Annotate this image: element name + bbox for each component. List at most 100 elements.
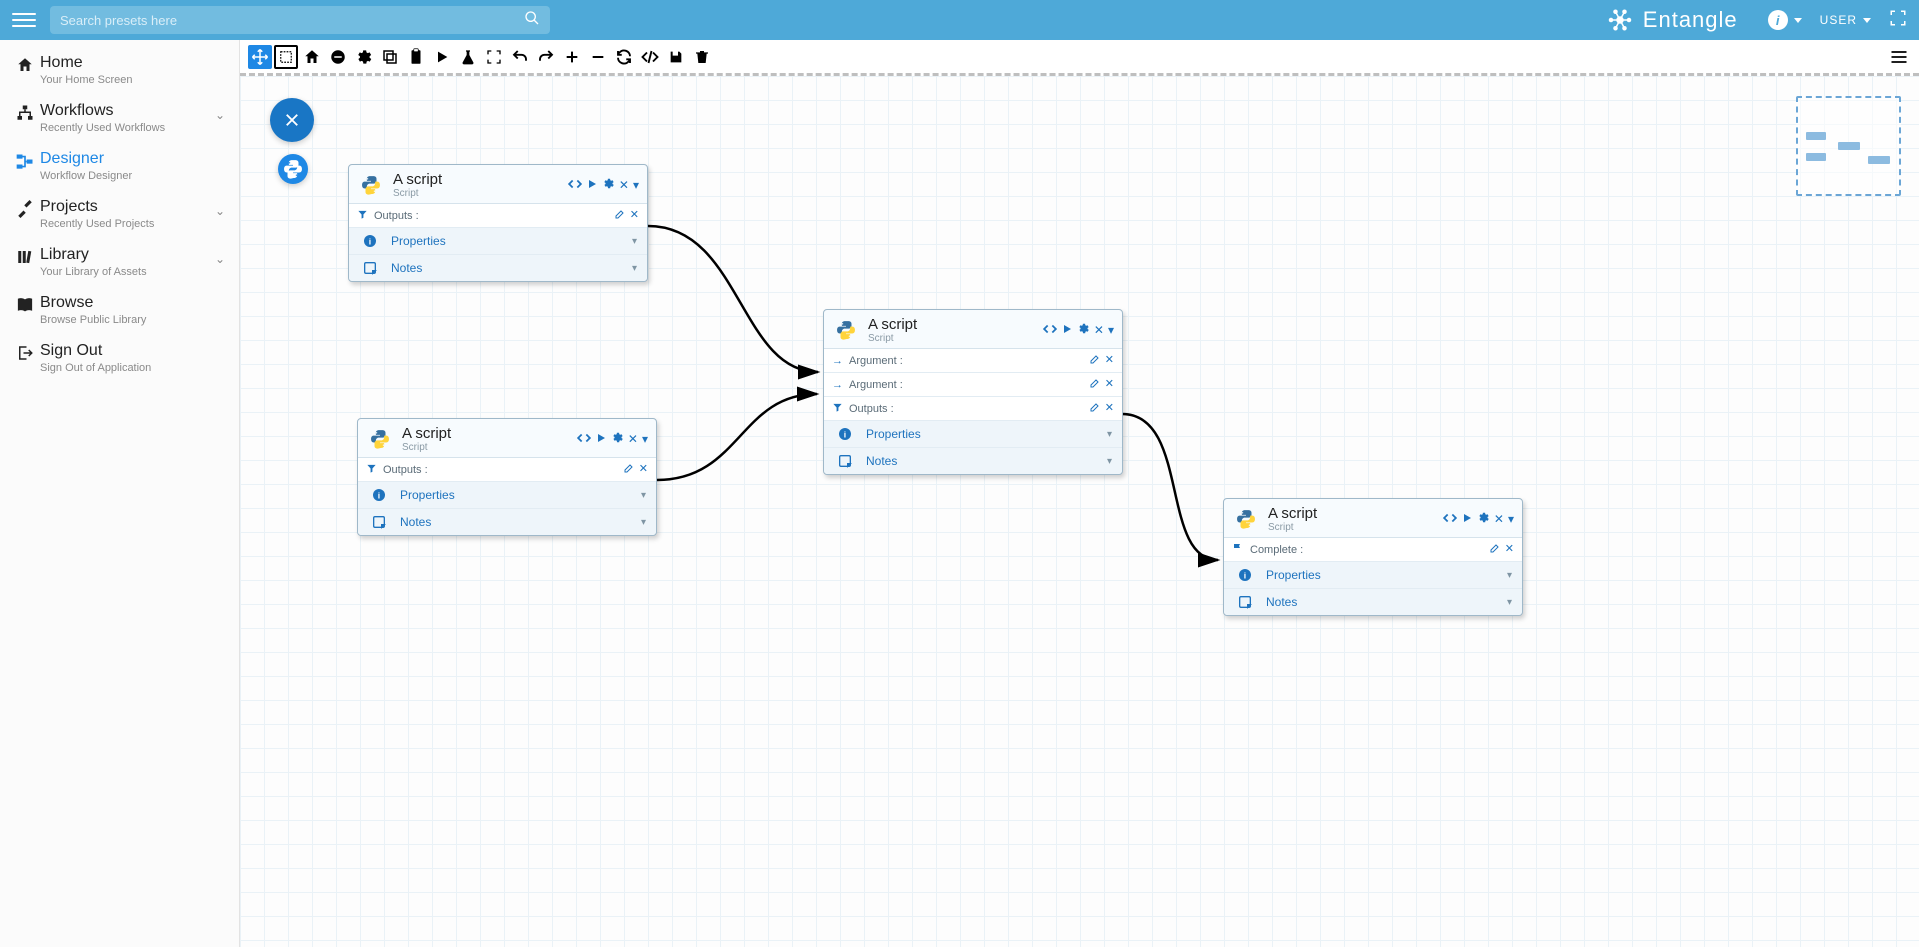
node-close-icon[interactable]: ✕ <box>619 178 629 192</box>
tool-menu-button[interactable] <box>1887 45 1911 69</box>
node-properties-section[interactable]: i Properties ▾ <box>824 421 1122 448</box>
edit-icon[interactable] <box>1089 353 1101 368</box>
node-output-row[interactable]: Outputs : ✕ <box>824 397 1122 421</box>
node-complete-row[interactable]: Complete : ✕ <box>1224 538 1522 562</box>
node-header[interactable]: A scriptScript ✕ ▾ <box>1224 499 1522 538</box>
close-icon[interactable]: ✕ <box>639 462 648 477</box>
node-collapse-icon[interactable]: ▾ <box>1108 323 1114 337</box>
node-settings-icon[interactable] <box>602 177 615 193</box>
tool-undo-button[interactable] <box>508 45 532 69</box>
node-notes-section[interactable]: Notes ▾ <box>1224 589 1522 615</box>
node-code-icon[interactable] <box>577 431 591 448</box>
tool-copy-button[interactable] <box>378 45 402 69</box>
node-settings-icon[interactable] <box>1477 511 1490 527</box>
workflow-node[interactable]: A scriptScript ✕ ▾ Outputs : ✕ i <box>348 164 648 282</box>
tool-zoom-out-button[interactable] <box>586 45 610 69</box>
tool-home-button[interactable] <box>300 45 324 69</box>
sidebar-item-browse[interactable]: BrowseBrowse Public Library <box>0 286 239 334</box>
user-dropdown[interactable]: USER <box>1820 13 1871 27</box>
search-field[interactable] <box>50 6 550 34</box>
node-play-icon[interactable] <box>1061 323 1073 338</box>
node-collapse-icon[interactable]: ▾ <box>633 178 639 192</box>
sidebar-item-workflows[interactable]: WorkflowsRecently Used Workflows ⌄ <box>0 94 239 142</box>
edit-icon[interactable] <box>623 462 635 477</box>
edit-icon[interactable] <box>614 208 626 223</box>
sidebar-item-designer[interactable]: DesignerWorkflow Designer <box>0 142 239 190</box>
chevron-down-icon: ▾ <box>632 263 637 274</box>
workflow-node[interactable]: A scriptScript ✕ ▾ Outputs : ✕ i <box>357 418 657 536</box>
node-close-icon[interactable]: ✕ <box>628 432 638 446</box>
tool-select-button[interactable] <box>274 45 298 69</box>
chevron-down-icon: ▾ <box>632 236 637 247</box>
node-notes-section[interactable]: Notes ▾ <box>349 255 647 281</box>
close-icon[interactable]: ✕ <box>1505 542 1514 557</box>
sidebar-item-library[interactable]: LibraryYour Library of Assets ⌄ <box>0 238 239 286</box>
node-code-icon[interactable] <box>1043 322 1057 339</box>
node-notes-section[interactable]: Notes ▾ <box>358 509 656 535</box>
node-play-icon[interactable] <box>595 432 607 447</box>
node-properties-section[interactable]: i Properties ▾ <box>1224 562 1522 589</box>
node-play-icon[interactable] <box>586 178 598 193</box>
chevron-down-icon <box>1794 18 1802 23</box>
search-input[interactable] <box>60 13 518 28</box>
tool-redo-button[interactable] <box>534 45 558 69</box>
sidebar-item-home[interactable]: HomeYour Home Screen <box>0 46 239 94</box>
tool-delete-button[interactable] <box>690 45 714 69</box>
node-header[interactable]: A scriptScript ✕ ▾ <box>349 165 647 204</box>
tool-refresh-button[interactable] <box>612 45 636 69</box>
add-python-node-button[interactable] <box>278 154 308 184</box>
info-icon: i <box>1234 567 1256 583</box>
tool-move-button[interactable] <box>248 45 272 69</box>
tool-save-button[interactable] <box>664 45 688 69</box>
node-subtitle: Script <box>393 188 442 199</box>
close-icon[interactable]: ✕ <box>630 208 639 223</box>
node-settings-icon[interactable] <box>1077 322 1090 338</box>
tool-play-button[interactable] <box>430 45 454 69</box>
workflow-node[interactable]: A scriptScript ✕ ▾ Complete : ✕ i <box>1223 498 1523 616</box>
node-close-icon[interactable]: ✕ <box>1094 323 1104 337</box>
workflow-node[interactable]: A scriptScript ✕ ▾ → Argument : ✕ → <box>823 309 1123 475</box>
node-header[interactable]: A scriptScript ✕ ▾ <box>358 419 656 458</box>
section-label: Properties <box>866 427 1107 441</box>
tool-settings-button[interactable] <box>352 45 376 69</box>
minimap[interactable] <box>1796 96 1901 196</box>
node-header[interactable]: A scriptScript ✕ ▾ <box>824 310 1122 349</box>
tool-code-button[interactable] <box>638 45 662 69</box>
search-icon[interactable] <box>524 10 540 31</box>
tool-zoom-in-button[interactable] <box>560 45 584 69</box>
node-argument-row[interactable]: → Argument : ✕ <box>824 349 1122 373</box>
tool-fit-button[interactable] <box>482 45 506 69</box>
close-icon[interactable]: ✕ <box>1105 377 1114 392</box>
node-play-icon[interactable] <box>1461 512 1473 527</box>
filter-icon <box>357 209 368 223</box>
node-notes-section[interactable]: Notes ▾ <box>824 448 1122 474</box>
sidebar-item-projects[interactable]: ProjectsRecently Used Projects ⌄ <box>0 190 239 238</box>
node-collapse-icon[interactable]: ▾ <box>1508 512 1514 526</box>
tool-flask-button[interactable] <box>456 45 480 69</box>
node-properties-section[interactable]: i Properties ▾ <box>358 482 656 509</box>
edit-icon[interactable] <box>1489 542 1501 557</box>
node-collapse-icon[interactable]: ▾ <box>642 432 648 446</box>
flag-icon <box>1232 542 1244 557</box>
node-output-row[interactable]: Outputs : ✕ <box>349 204 647 228</box>
node-output-row[interactable]: Outputs : ✕ <box>358 458 656 482</box>
info-dropdown[interactable]: i <box>1768 10 1802 30</box>
menu-hamburger-icon[interactable] <box>12 8 36 32</box>
close-palette-button[interactable] <box>270 98 314 142</box>
edit-icon[interactable] <box>1089 377 1101 392</box>
canvas[interactable]: A scriptScript ✕ ▾ Outputs : ✕ i <box>240 76 1919 947</box>
fullscreen-button[interactable] <box>1889 9 1907 32</box>
node-close-icon[interactable]: ✕ <box>1494 512 1504 526</box>
close-icon[interactable]: ✕ <box>1105 401 1114 416</box>
node-properties-section[interactable]: i Properties ▾ <box>349 228 647 255</box>
edit-icon[interactable] <box>1089 401 1101 416</box>
close-icon[interactable]: ✕ <box>1105 353 1114 368</box>
sidebar-item-signout[interactable]: Sign OutSign Out of Application <box>0 334 239 382</box>
node-argument-row[interactable]: → Argument : ✕ <box>824 373 1122 397</box>
tool-remove-button[interactable] <box>326 45 350 69</box>
node-settings-icon[interactable] <box>611 431 624 447</box>
tool-paste-button[interactable] <box>404 45 428 69</box>
node-code-icon[interactable] <box>568 177 582 194</box>
node-subtitle: Script <box>868 333 917 344</box>
node-code-icon[interactable] <box>1443 511 1457 528</box>
